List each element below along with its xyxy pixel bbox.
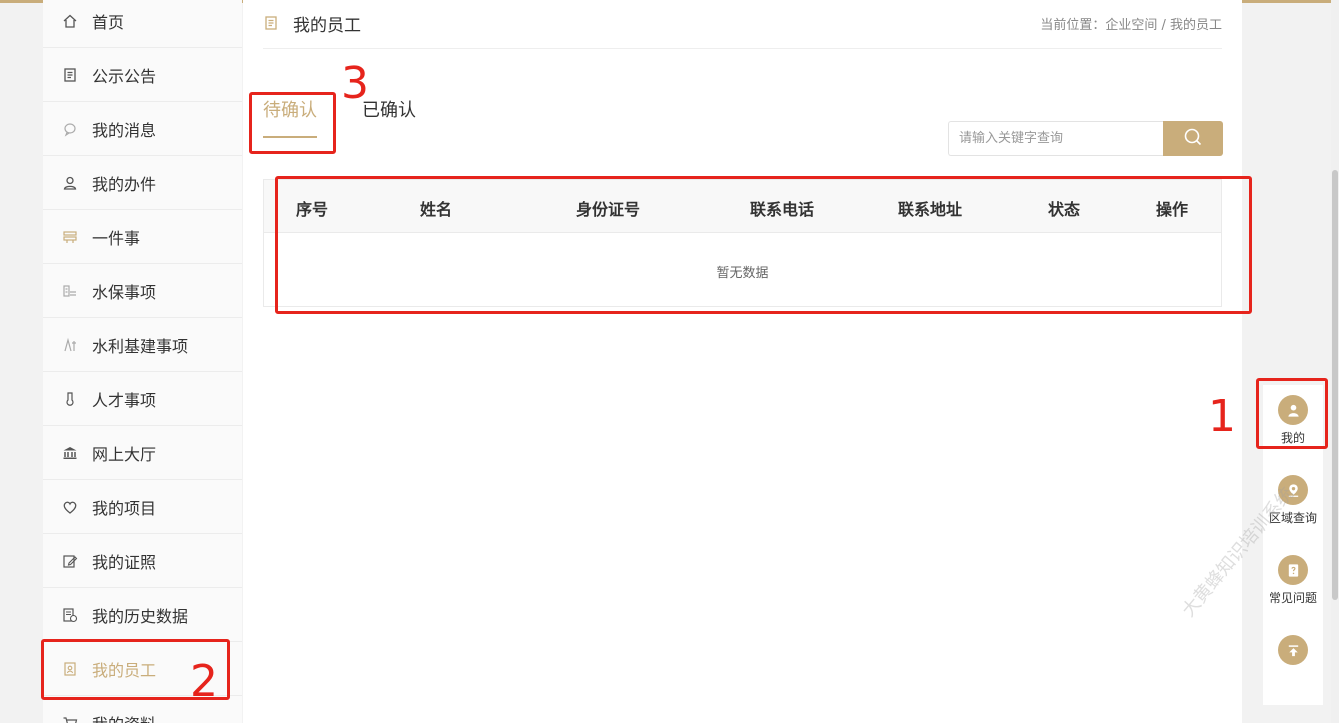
tab-confirmed[interactable]: 已确认: [362, 96, 416, 122]
sidebar-item-my-certificates[interactable]: 我的证照: [43, 535, 242, 588]
sidebar-item-label: 我的消息: [92, 121, 157, 140]
cart-icon: [61, 714, 79, 723]
float-faq-button[interactable]: 常见问题: [1263, 555, 1323, 606]
sidebar-item-label: 人才事项: [92, 391, 157, 410]
sidebar-item-soil-conservation[interactable]: 水保事项: [43, 265, 242, 318]
sidebar-item-label: 网上大厅: [92, 445, 157, 464]
annotation-box-3: [249, 92, 336, 154]
sidebar-item-label: 我的项目: [92, 499, 157, 518]
sidebar-item-label: 公示公告: [92, 67, 157, 86]
search-box: [948, 121, 1223, 156]
soil-icon: [61, 282, 79, 300]
page-scrollbar[interactable]: [1331, 0, 1339, 723]
annotation-number-3: 3: [341, 58, 369, 109]
sidebar-item-label: 水保事项: [92, 283, 157, 302]
main-panel: 我的员工 当前位置：企业空间 / 我的员工 待确认 已确认 序号 姓名 身份证号…: [243, 0, 1242, 723]
sidebar-item-history-data[interactable]: 我的历史数据: [43, 589, 242, 642]
sidebar-item-notices[interactable]: 公示公告: [43, 49, 242, 102]
sidebar-item-label: 首页: [92, 13, 125, 32]
history-icon: [61, 606, 79, 624]
sidebar-item-water-construction[interactable]: 水利基建事项: [43, 319, 242, 372]
heart-icon: [61, 498, 79, 516]
sidebar-item-messages[interactable]: 我的消息: [43, 103, 242, 156]
search-icon: [1183, 127, 1203, 151]
notice-icon: [61, 66, 79, 84]
sidebar-item-label: 我的历史数据: [92, 607, 189, 626]
back-to-top-button[interactable]: [1263, 635, 1323, 665]
annotation-box-table: [275, 176, 1252, 314]
scrollbar-thumb[interactable]: [1332, 170, 1338, 600]
tab-confirmed-label: 已确认: [362, 100, 416, 121]
sidebar-item-label: 我的办件: [92, 175, 157, 194]
talent-icon: [61, 390, 79, 408]
sidebar-item-one-thing[interactable]: 一件事: [43, 211, 242, 264]
annotation-number-2: 2: [190, 656, 218, 707]
annotation-number-1: 1: [1208, 391, 1236, 442]
sidebar-item-label: 我的证照: [92, 553, 157, 572]
certificate-icon: [61, 552, 79, 570]
document-icon: [263, 15, 279, 31]
user-icon: [61, 174, 79, 192]
float-faq-label: 常见问题: [1268, 591, 1317, 605]
home-icon: [61, 12, 79, 30]
breadcrumb: 当前位置：企业空间 / 我的员工: [1040, 18, 1222, 33]
construction-icon: [61, 336, 79, 354]
search-input[interactable]: [948, 121, 1163, 156]
page-title: 我的员工: [293, 16, 361, 36]
sidebar: 首页 公示公告 我的消息 我的办件 一件事 水保事项 水利基建事项 人才事项 网…: [43, 0, 242, 723]
sidebar-item-online-hall[interactable]: 网上大厅: [43, 427, 242, 480]
annotation-box-1: [1256, 378, 1328, 449]
sidebar-item-label: 我的资料: [92, 711, 156, 723]
sidebar-item-my-projects[interactable]: 我的项目: [43, 481, 242, 534]
message-icon: [61, 120, 79, 138]
page-header: 我的员工 当前位置：企业空间 / 我的员工: [263, 0, 1222, 49]
sidebar-item-talent[interactable]: 人才事项: [43, 373, 242, 426]
search-button[interactable]: [1163, 121, 1223, 156]
arrow-up-icon: [1278, 635, 1308, 665]
sidebar-item-label: 水利基建事项: [92, 337, 189, 356]
sidebar-item-my-cases[interactable]: 我的办件: [43, 157, 242, 210]
stack-icon: [61, 228, 79, 246]
bank-icon: [61, 444, 79, 462]
question-icon: [1278, 555, 1308, 585]
sidebar-item-label: 一件事: [92, 229, 141, 248]
sidebar-item-home[interactable]: 首页: [43, 0, 242, 48]
